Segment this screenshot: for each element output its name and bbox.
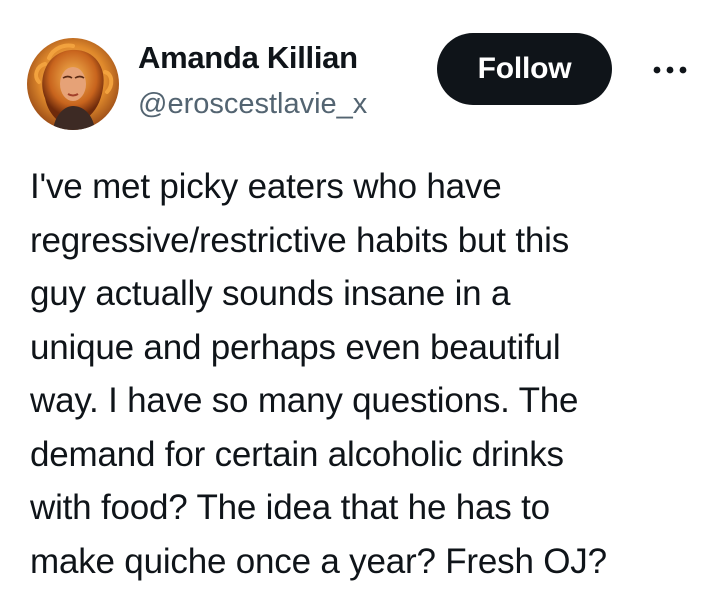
- tweet-card: Amanda Killian @eroscestlavie_x Follow I…: [0, 0, 709, 609]
- tweet-text-line: I've met picky eaters who have: [30, 167, 502, 206]
- tweet-text-line: unique and perhaps even beautiful: [30, 327, 561, 367]
- avatar[interactable]: [27, 38, 119, 130]
- tweet-text-line: with food? The idea that he has to: [30, 488, 550, 527]
- follow-button[interactable]: Follow: [437, 33, 612, 105]
- tweet-text-line: guy actually sounds insane in a: [30, 274, 511, 313]
- tweet-text: I've met picky eaters who have regressiv…: [30, 160, 690, 588]
- tweet-text-line: way. I have so many questions. The: [30, 381, 579, 420]
- profile-photo-icon: [27, 38, 119, 130]
- tweet-text-line: make quiche once a year? Fresh OJ?: [30, 541, 607, 581]
- more-options-button[interactable]: [650, 56, 690, 84]
- author-display-name[interactable]: Amanda Killian: [138, 40, 358, 76]
- more-horizontal-icon: [653, 66, 687, 74]
- author-handle[interactable]: @eroscestlavie_x: [138, 88, 367, 121]
- tweet-text-line: regressive/restrictive habits but this: [30, 220, 570, 260]
- tweet-text-line: demand for certain alcoholic drinks: [30, 434, 564, 474]
